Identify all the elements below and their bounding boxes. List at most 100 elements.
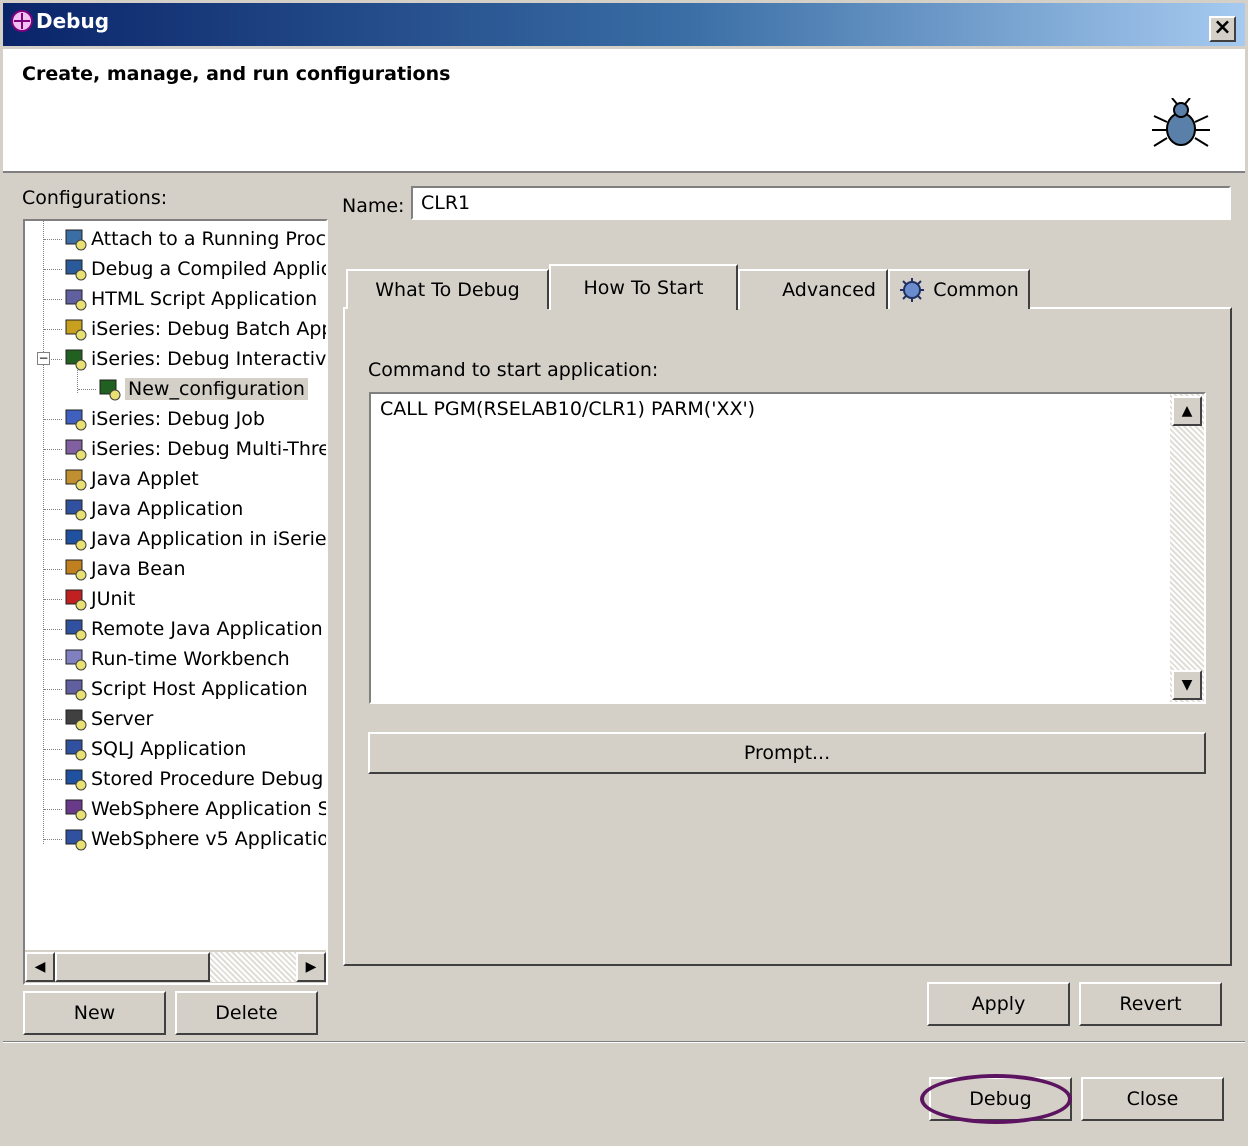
close-window-button[interactable]: × bbox=[1209, 16, 1236, 42]
tree-line bbox=[44, 479, 62, 480]
tree-item-label: SQLJ Application bbox=[91, 738, 247, 760]
junit-icon bbox=[65, 589, 87, 611]
tree-line bbox=[44, 509, 62, 510]
command-textarea[interactable] bbox=[369, 392, 1206, 704]
monitor-icon bbox=[65, 229, 87, 251]
tree-item[interactable]: Stored Procedure Debug bbox=[63, 765, 323, 793]
sqlj-icon bbox=[65, 739, 87, 761]
tree-line bbox=[44, 599, 62, 600]
delete-button[interactable]: Delete bbox=[175, 991, 318, 1035]
tree-item[interactable]: HTML Script Application bbox=[63, 285, 317, 313]
interactive-icon bbox=[65, 349, 87, 371]
java-app-icon bbox=[65, 499, 87, 521]
tree-item[interactable]: WebSphere v5 Applicatio bbox=[63, 825, 328, 853]
scroll-track[interactable] bbox=[210, 952, 296, 982]
tree-line bbox=[44, 809, 62, 810]
prompt-button[interactable]: Prompt... bbox=[368, 732, 1206, 774]
tree-item[interactable]: WebSphere Application S bbox=[63, 795, 326, 823]
applet-icon bbox=[65, 469, 87, 491]
tree-item[interactable]: Server bbox=[63, 705, 153, 733]
tree-line bbox=[44, 569, 62, 570]
tree-item[interactable]: Java Applet bbox=[63, 465, 199, 493]
scroll-thumb[interactable] bbox=[55, 952, 210, 982]
command-text[interactable]: CALL PGM(RSELAB10/CLR1) PARM('XX') bbox=[380, 398, 755, 420]
tree-line bbox=[78, 389, 96, 390]
tree-item[interactable]: Java Application bbox=[63, 495, 243, 523]
tree-item-label: HTML Script Application bbox=[91, 288, 318, 310]
tree-item[interactable]: iSeries: Debug Interactiv bbox=[63, 345, 326, 373]
highlight-ellipse bbox=[920, 1074, 1072, 1124]
title-bar[interactable] bbox=[0, 0, 1248, 46]
tree-item-label: New_configuration bbox=[125, 378, 308, 400]
tree-item[interactable]: Java Application in iSerie bbox=[63, 525, 326, 553]
collapse-icon[interactable]: − bbox=[37, 352, 50, 365]
tree-item-label: Stored Procedure Debug bbox=[91, 768, 324, 790]
revert-button[interactable]: Revert bbox=[1079, 982, 1222, 1026]
tree-line bbox=[44, 299, 62, 300]
name-input[interactable]: CLR1 bbox=[411, 186, 1231, 220]
tree-line bbox=[44, 839, 62, 840]
tree-item-label: Script Host Application bbox=[91, 678, 308, 700]
tree-line bbox=[43, 221, 44, 844]
java-iseries-icon bbox=[65, 529, 87, 551]
tab-how-to-start[interactable]: How To Start bbox=[549, 264, 738, 310]
tree-item[interactable]: Debug a Compiled Applic bbox=[63, 255, 326, 283]
tree-item-label: WebSphere v5 Applicatio bbox=[91, 828, 328, 850]
tree-item[interactable]: Run-time Workbench bbox=[63, 645, 290, 673]
scroll-right-icon[interactable]: ▶ bbox=[296, 952, 326, 982]
scroll-down-icon[interactable]: ▼ bbox=[1172, 670, 1202, 700]
tree-line bbox=[44, 659, 62, 660]
close-button[interactable]: Close bbox=[1081, 1077, 1224, 1121]
tree-item[interactable]: Remote Java Application bbox=[63, 615, 323, 643]
tree-line bbox=[44, 689, 62, 690]
tab-label: How To Start bbox=[583, 277, 704, 299]
tree-line bbox=[44, 779, 62, 780]
tree-item[interactable]: iSeries: Debug Batch App bbox=[63, 315, 326, 343]
new-button[interactable]: New bbox=[23, 991, 166, 1035]
tree-item[interactable]: Script Host Application bbox=[63, 675, 308, 703]
tree-item-label: Java Application bbox=[91, 498, 244, 520]
tree-item[interactable]: Java Bean bbox=[63, 555, 186, 583]
tree-item-label: Run-time Workbench bbox=[91, 648, 290, 670]
tab-what-to-debug[interactable]: What To Debug bbox=[346, 269, 549, 309]
tree-line bbox=[44, 539, 62, 540]
server-icon bbox=[65, 709, 87, 731]
tree-line bbox=[44, 449, 62, 450]
bean-icon bbox=[65, 559, 87, 581]
tree-item[interactable]: JUnit bbox=[63, 585, 135, 613]
tree-item-label: Java Applet bbox=[91, 468, 199, 490]
scroll-left-icon[interactable]: ◀ bbox=[25, 952, 55, 982]
separator bbox=[3, 1041, 1245, 1043]
tree-line bbox=[44, 719, 62, 720]
tree-item-label: iSeries: Debug Interactiv bbox=[91, 348, 327, 370]
websphere5-icon bbox=[65, 829, 87, 851]
tab-common[interactable]: Common bbox=[888, 269, 1030, 309]
batch-icon bbox=[65, 319, 87, 341]
tree-item-label: Attach to a Running Proc bbox=[91, 228, 327, 250]
tree-item-label: iSeries: Debug Job bbox=[91, 408, 265, 430]
script-host-icon bbox=[65, 679, 87, 701]
tree-item[interactable]: iSeries: Debug Multi-Thre bbox=[63, 435, 328, 463]
gears-icon bbox=[65, 409, 87, 431]
script-icon bbox=[65, 289, 87, 311]
tree-item[interactable]: Attach to a Running Proc bbox=[63, 225, 326, 253]
tree-line bbox=[44, 749, 62, 750]
tree-horizontal-scrollbar[interactable]: ◀ ▶ bbox=[25, 950, 326, 983]
tab-label: Common bbox=[933, 279, 1019, 301]
configurations-tree[interactable]: Attach to a Running Proc Debug a Compiled… bbox=[23, 219, 328, 985]
tree-item[interactable]: SQLJ Application bbox=[63, 735, 246, 763]
tree-item-label: iSeries: Debug Multi-Thre bbox=[91, 438, 328, 460]
tree-item[interactable]: iSeries: Debug Job bbox=[63, 405, 265, 433]
tab-label: Advanced bbox=[782, 279, 876, 301]
apply-button[interactable]: Apply bbox=[927, 982, 1070, 1026]
tree-item-label: JUnit bbox=[91, 588, 136, 610]
command-vertical-scrollbar[interactable]: ▲ ▼ bbox=[1170, 394, 1204, 702]
remote-java-icon bbox=[65, 619, 87, 641]
multithread-icon bbox=[65, 439, 87, 461]
tree-item[interactable]: New_configuration bbox=[97, 375, 308, 403]
websphere-icon bbox=[65, 799, 87, 821]
scroll-up-icon[interactable]: ▲ bbox=[1172, 396, 1202, 426]
tree-item-label: Remote Java Application bbox=[91, 618, 323, 640]
tree-line bbox=[44, 629, 62, 630]
tab-advanced[interactable]: Advanced bbox=[738, 269, 888, 309]
